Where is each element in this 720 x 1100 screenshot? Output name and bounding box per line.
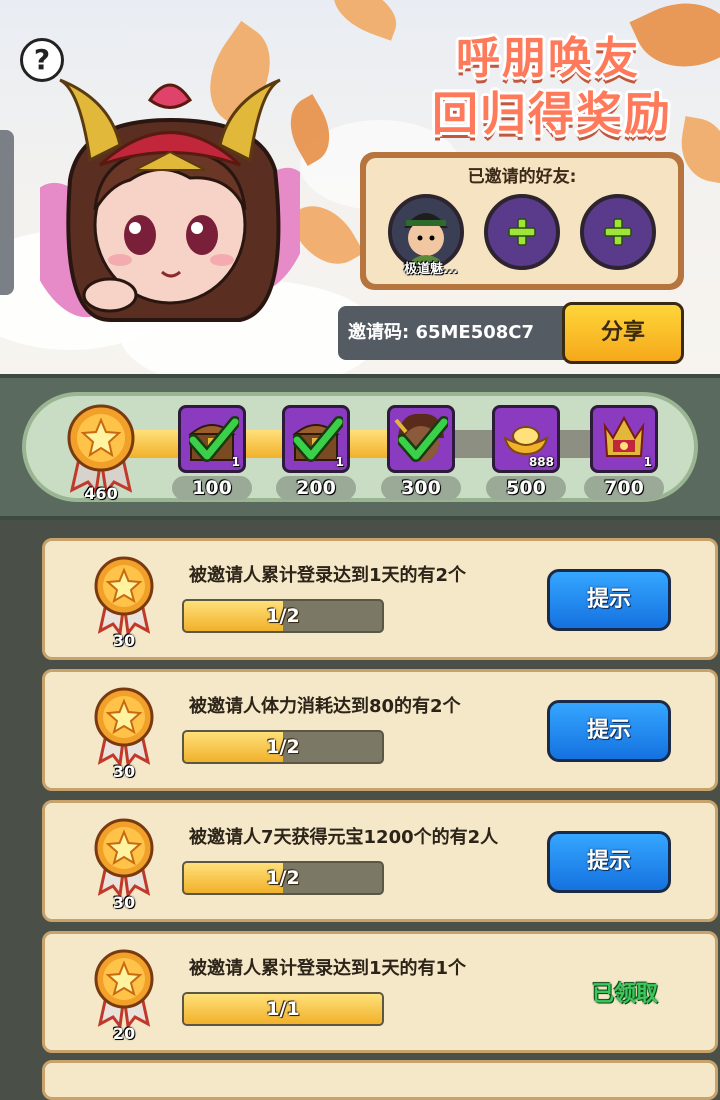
milestone-reward-500[interactable]: 888	[492, 405, 560, 473]
friend-name: 极道魅...	[404, 262, 458, 277]
task-description: 被邀请人累计登录达到1天的有2个	[189, 565, 467, 586]
invited-friends-inner: 已邀请的好友: 极道魅...	[366, 158, 678, 284]
task-card: 20 被邀请人累计登录达到1天的有1个 1/1 已领取	[42, 931, 718, 1053]
hint-button[interactable]: 提示	[547, 831, 671, 893]
task-reward-value: 30	[112, 893, 136, 912]
task-reward-value: 30	[112, 762, 136, 781]
hint-button[interactable]: 提示	[547, 700, 671, 762]
invited-friends-label: 已邀请的好友:	[467, 167, 577, 187]
task-progress-bar: 1/2	[182, 730, 384, 764]
task-card: 30 被邀请人体力消耗达到80的有2个 1/2 提示	[42, 669, 718, 791]
milestone-points-label: 500	[486, 476, 566, 500]
milestone-box	[387, 405, 455, 473]
task-reward-value: 30	[112, 631, 136, 650]
milestone-reward-300[interactable]	[387, 405, 455, 473]
check-icon	[398, 416, 448, 462]
current-points: 460	[84, 484, 118, 503]
milestone-count: 888	[528, 455, 554, 469]
milestone-reward-200[interactable]: 1	[282, 405, 350, 473]
invite-friend-slot[interactable]	[484, 194, 560, 270]
friend-avatar-icon	[392, 198, 460, 266]
task-description: 被邀请人7天获得元宝1200个的有2人	[189, 827, 499, 848]
milestone-progress-fill	[110, 430, 434, 458]
invite-friend-slot[interactable]	[580, 194, 656, 270]
invited-friends-panel: 已邀请的好友: 极道魅...	[360, 152, 684, 290]
task-progress-bar: 1/2	[182, 599, 384, 633]
leaf-decoration	[325, 0, 405, 41]
milestone-count: 1	[335, 455, 344, 469]
points-medal-icon	[67, 404, 135, 494]
task-progress-text: 1/2	[266, 867, 300, 889]
milestone-points-label: 200	[276, 476, 356, 500]
task-progress-text: 1/1	[266, 998, 300, 1020]
milestone-reward-700[interactable]: 1	[590, 405, 658, 473]
page-title-line-2: 回归得奖励	[432, 87, 672, 141]
task-progress-text: 1/2	[266, 605, 300, 627]
milestone-points-label: 300	[381, 476, 461, 500]
reward-medal-icon	[94, 556, 154, 635]
task-card: 30 被邀请人7天获得元宝1200个的有2人 1/2 提示	[42, 800, 718, 922]
plus-icon	[508, 218, 536, 246]
task-progress-bar: 1/1	[182, 992, 384, 1026]
hint-button[interactable]: 提示	[547, 569, 671, 631]
milestone-count: 1	[231, 455, 240, 469]
milestone-box: 1	[590, 405, 658, 473]
task-description: 被邀请人累计登录达到1天的有1个	[189, 958, 467, 979]
milestone-box: 1	[178, 405, 246, 473]
milestone-points-label: 700	[584, 476, 664, 500]
hero-character-illustration	[40, 78, 300, 322]
milestone-count: 1	[643, 455, 652, 469]
invite-code-field: 邀请码: 65ME508C7	[338, 306, 574, 360]
task-description: 被邀请人体力消耗达到80的有2个	[189, 696, 461, 717]
task-card: 30 被邀请人累计登录达到1天的有2个 1/2 提示	[42, 538, 718, 660]
plus-icon	[604, 218, 632, 246]
task-progress-bar: 1/2	[182, 861, 384, 895]
task-reward-value: 20	[112, 1024, 136, 1043]
side-drawer-tab[interactable]	[0, 130, 14, 295]
milestone-reward-100[interactable]: 1	[178, 405, 246, 473]
task-progress-text: 1/2	[266, 736, 300, 758]
milestone-points-label: 100	[172, 476, 252, 500]
page-title-line-1: 呼朋唤友	[456, 33, 640, 84]
reward-medal-icon	[94, 687, 154, 766]
claimed-status: 已领取	[591, 982, 658, 1007]
task-card	[42, 1060, 718, 1100]
milestone-box: 888	[492, 405, 560, 473]
share-button[interactable]: 分享	[562, 302, 684, 364]
milestone-box: 1	[282, 405, 350, 473]
reward-medal-icon	[94, 949, 154, 1028]
reward-medal-icon	[94, 818, 154, 897]
leaf-decoration	[629, 0, 720, 86]
